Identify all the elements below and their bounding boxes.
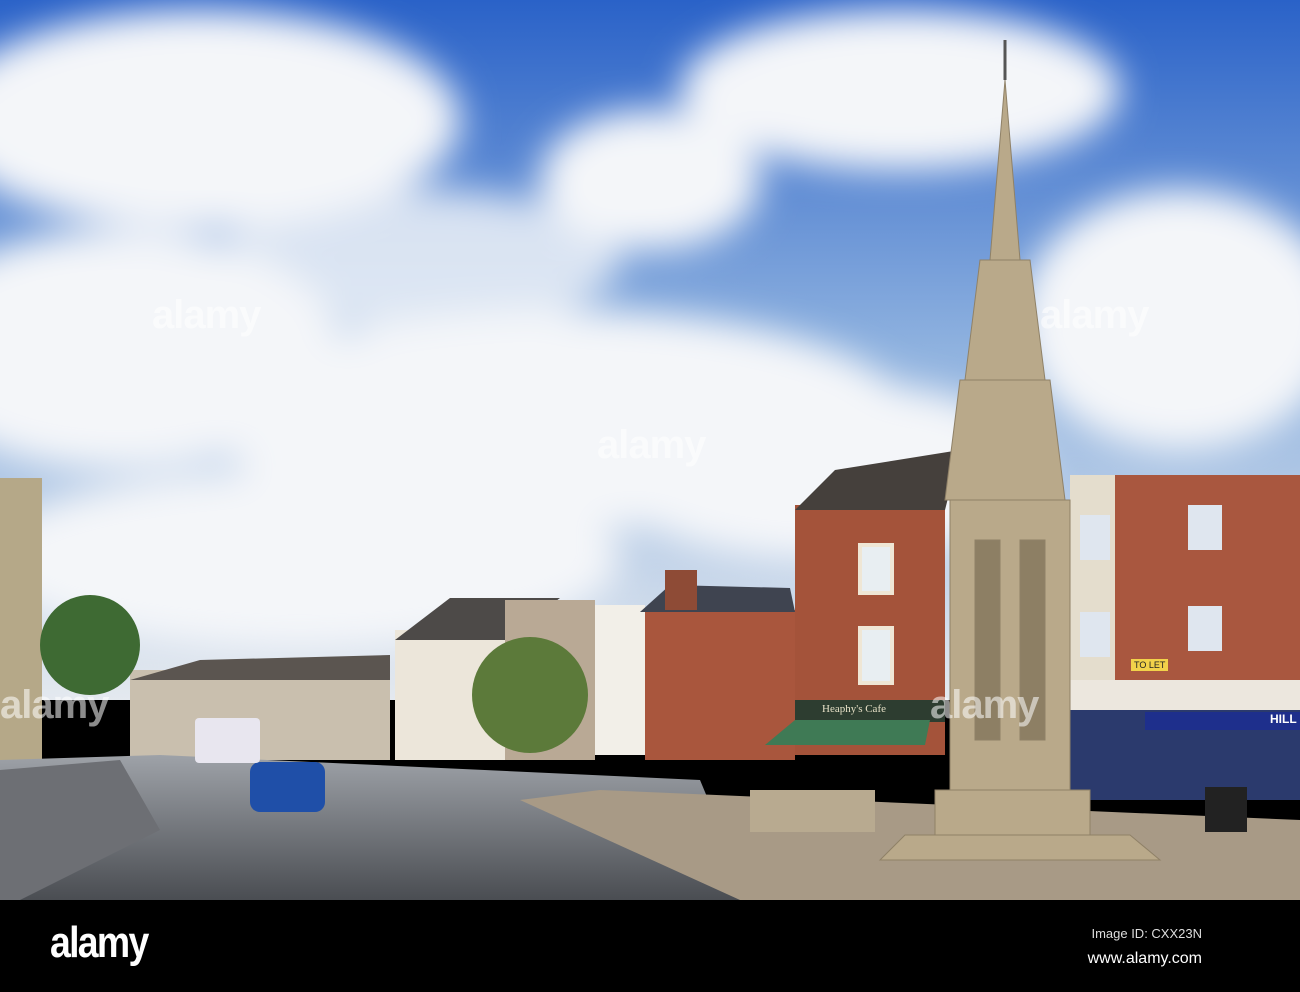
tree [472, 637, 588, 753]
watermark-right: alamy [1040, 293, 1149, 337]
left-building [0, 478, 42, 788]
cafe-sign: Heaphy's Cafe [822, 703, 886, 715]
watermark-left: alamy [152, 293, 261, 337]
image-id: Image ID: CXX23N [1091, 926, 1202, 941]
watermark-center: alamy [597, 423, 706, 467]
water-trough [750, 790, 875, 832]
car [250, 762, 325, 812]
alamy-logo: alamy [50, 918, 149, 967]
bus [195, 718, 260, 763]
stock-photo: Heaphy's Cafe TO LET HILL alamy alamy al… [0, 0, 1300, 992]
tree [40, 595, 140, 695]
shop-sign: HILL [1270, 712, 1297, 726]
watermark-bottom-right: alamy [930, 683, 1039, 727]
to-let-sign: TO LET [1131, 659, 1169, 671]
site-url: www.alamy.com [1087, 950, 1202, 967]
sandwich-board [1205, 787, 1247, 832]
alamy-footer: alamy Image ID: CXX23N www.alamy.com [0, 900, 1300, 992]
right-building [1070, 475, 1300, 800]
watermark-bottom-left: alamy [0, 683, 109, 727]
